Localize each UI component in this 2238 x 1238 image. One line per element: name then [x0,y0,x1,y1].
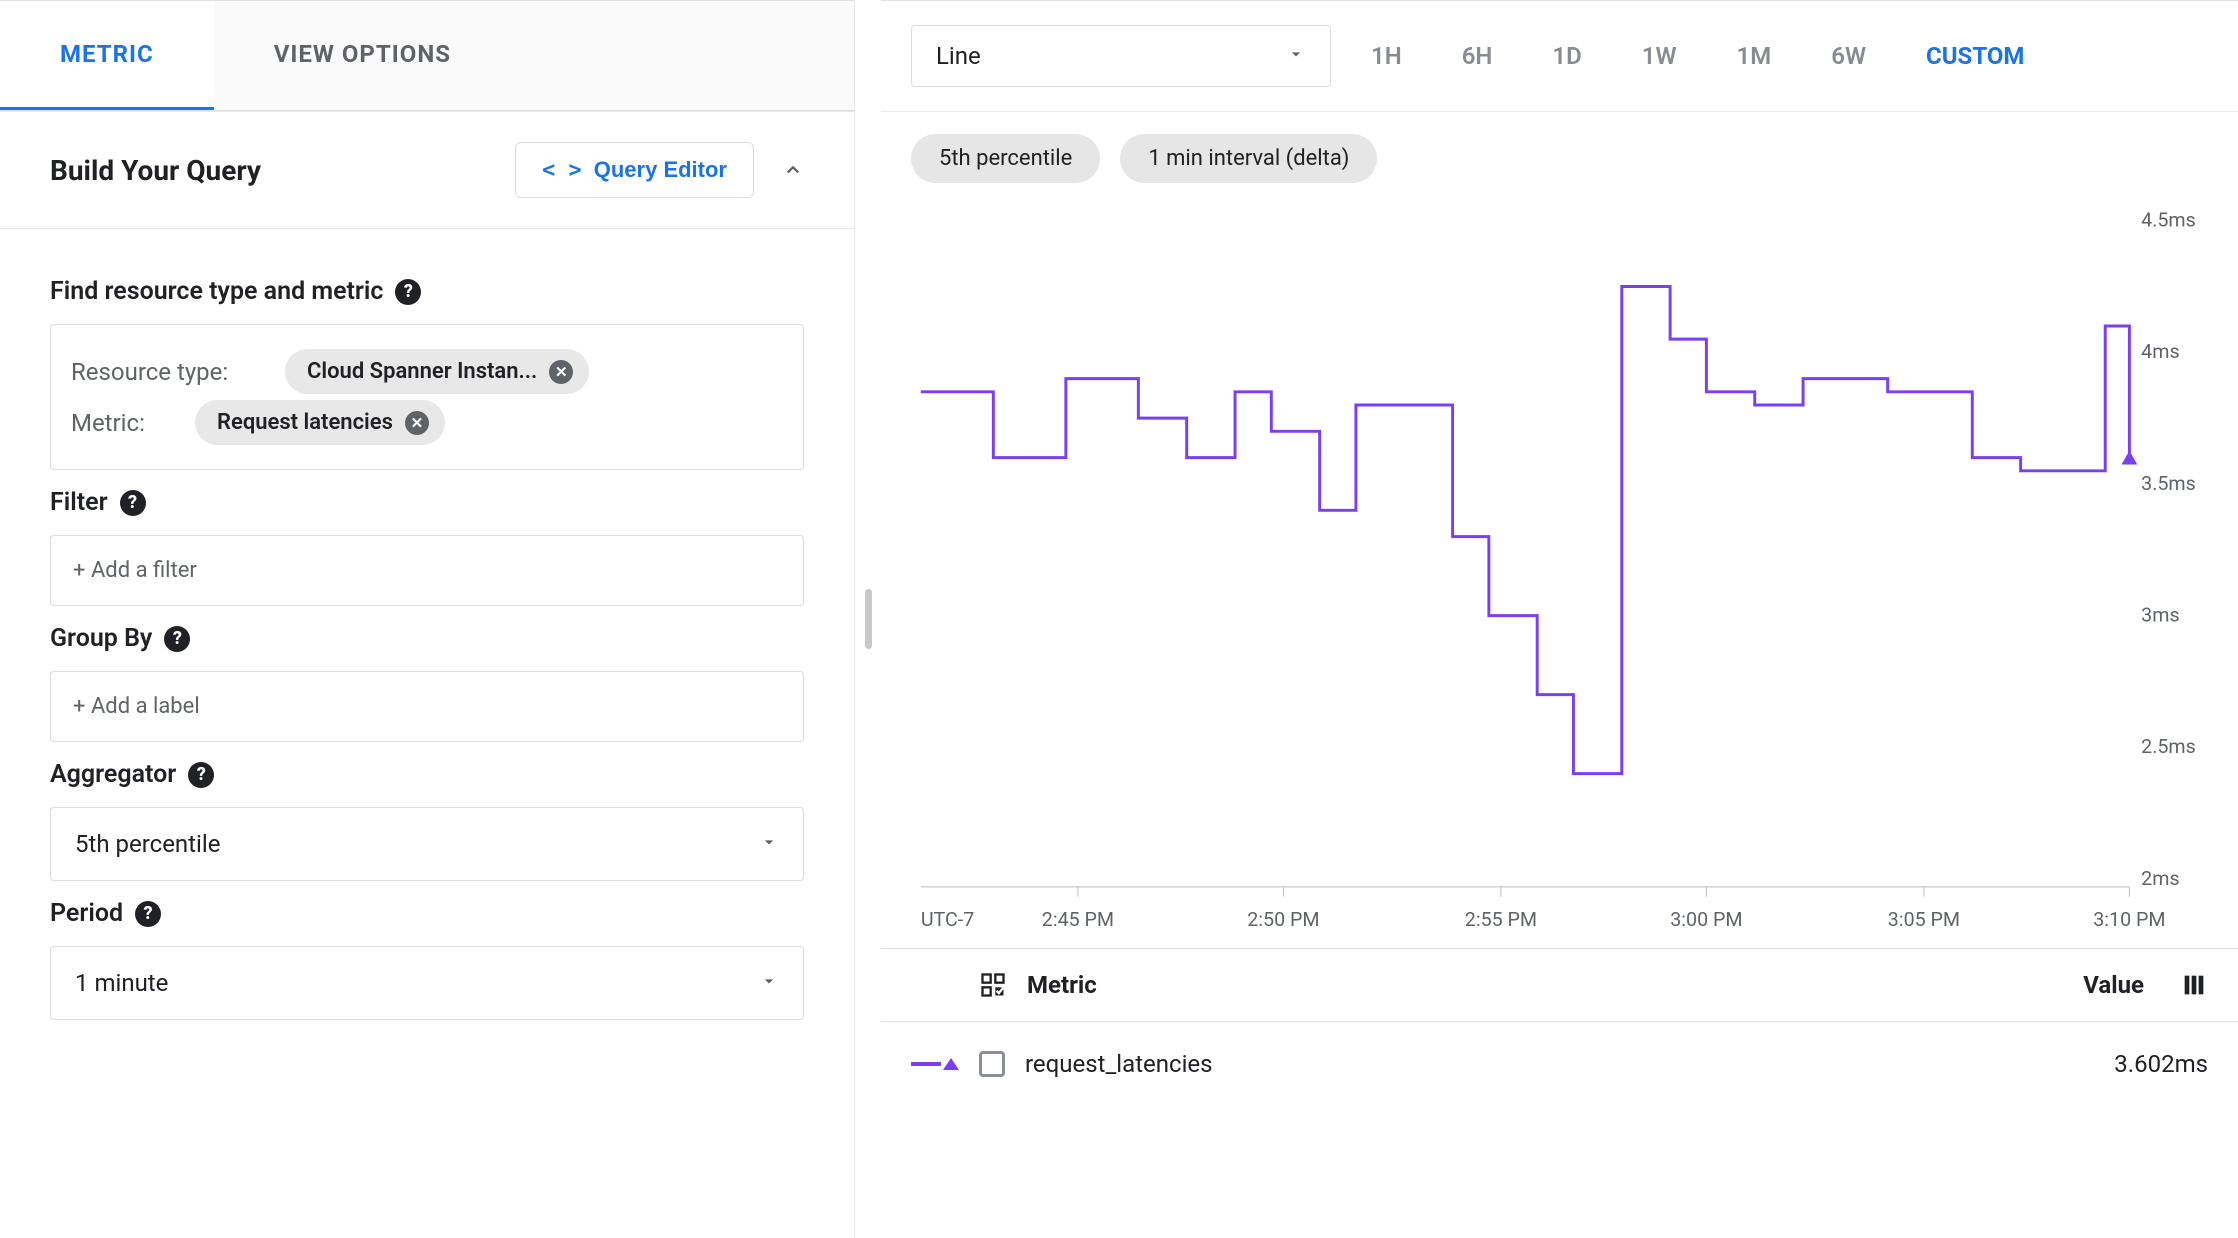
aggregator-value: 5th percentile [75,830,220,858]
query-editor-label: Query Editor [594,157,727,183]
chart-summary-pills: 5th percentile 1 min interval (delta) [881,112,2238,183]
help-icon[interactable]: ? [188,762,214,788]
y-tick-label: 2.5ms [2141,735,2196,758]
tab-metric[interactable]: METRIC [0,1,214,110]
groupby-input[interactable]: + Add a label [50,671,804,742]
period-label: Period ? [50,899,804,928]
time-range-6w[interactable]: 6W [1831,42,1866,70]
y-tick-label: 4.5ms [2141,209,2196,232]
columns-icon[interactable] [2180,971,2208,999]
chevron-down-icon [1286,42,1306,70]
help-icon[interactable]: ? [395,279,421,305]
time-range-1d[interactable]: 1D [1552,42,1581,70]
right-panel: Line 1H 6H 1D 1W 1M 6W CUSTOM 5th percentile 1 … [881,0,2238,1238]
x-tick-label: 3:05 PM [1888,908,1960,931]
build-query-title: Build Your Query [50,154,261,187]
legend-header-metric: Metric [1027,971,1097,999]
y-tick-label: 2ms [2141,867,2179,890]
help-icon[interactable]: ? [135,901,161,927]
build-query-body: Find resource type and metric ? Resource… [0,229,854,1030]
series-swatch-icon [911,1054,959,1074]
metric-label: Metric: [71,409,181,437]
y-tick-label: 3ms [2141,604,2179,627]
metric-chip[interactable]: Request latencies ✕ [195,400,445,445]
code-icon: < > [542,158,582,183]
tab-view-options[interactable]: VIEW OPTIONS [214,1,511,110]
splitter-handle-icon [865,589,872,649]
legend-header-value: Value [2083,971,2144,999]
filter-input[interactable]: + Add a filter [50,535,804,606]
period-value: 1 minute [75,969,168,997]
panel-splitter[interactable] [855,0,881,1238]
time-range-1w[interactable]: 1W [1642,42,1677,70]
chevron-down-icon [759,830,779,858]
tab-metric-label: METRIC [60,40,154,68]
resource-type-label: Resource type: [71,358,271,386]
query-editor-button[interactable]: < > Query Editor [515,142,754,198]
aggregator-select[interactable]: 5th percentile [50,807,804,881]
x-tick-label: 2:45 PM [1042,908,1114,931]
resource-type-row: Resource type: Cloud Spanner Instan... ✕ [71,349,783,394]
legend-rows: request_latencies 3.602ms [881,1022,2238,1106]
build-query-panel: Build Your Query < > Query Editor Find r… [0,111,854,1030]
resource-metric-box: Resource type: Cloud Spanner Instan... ✕… [50,324,804,470]
filter-placeholder: + Add a filter [73,558,197,583]
chevron-up-icon [782,159,804,181]
tab-view-options-label: VIEW OPTIONS [274,40,451,68]
remove-chip-icon[interactable]: ✕ [405,411,429,435]
time-range-6h[interactable]: 6H [1462,42,1493,70]
time-range-custom[interactable]: CUSTOM [1926,42,2024,70]
help-icon[interactable]: ? [120,490,146,516]
metric-value: Request latencies [217,410,393,435]
collapse-panel-button[interactable] [782,159,804,181]
time-range-1m[interactable]: 1M [1737,42,1772,70]
time-range-picker: 1H 6H 1D 1W 1M 6W CUSTOM [1371,42,2024,70]
line-chart[interactable]: 2ms 2.5ms 3ms 3.5ms 4ms 4.5ms UTC-7 2:45 PM 2:50… [911,201,2208,948]
period-select[interactable]: 1 minute [50,946,804,1020]
chart-type-value: Line [936,42,981,70]
summary-pill: 1 min interval (delta) [1120,134,1377,183]
chart-toolbar: Line 1H 6H 1D 1W 1M 6W CUSTOM [881,1,2238,112]
left-tabs: METRIC VIEW OPTIONS [0,1,854,111]
chart-area: 2ms 2.5ms 3ms 3.5ms 4ms 4.5ms UTC-7 2:45 PM 2:50… [881,183,2238,948]
filter-label: Filter ? [50,488,804,517]
x-tick-label: 3:00 PM [1670,908,1742,931]
resource-type-value: Cloud Spanner Instan... [307,359,537,384]
help-icon[interactable]: ? [164,626,190,652]
y-tick-label: 4ms [2141,340,2179,363]
chart-series-line [921,286,2130,773]
time-range-1h[interactable]: 1H [1371,42,1402,70]
remove-chip-icon[interactable]: ✕ [549,360,573,384]
build-query-header-right: < > Query Editor [515,142,804,198]
legend-series-value: 3.602ms [2114,1050,2208,1078]
x-tick-label: 3:10 PM [2093,908,2165,931]
x-tick-label: 2:55 PM [1465,908,1537,931]
resource-type-chip[interactable]: Cloud Spanner Instan... ✕ [285,349,589,394]
groupby-placeholder: + Add a label [73,694,200,719]
legend-series-name: request_latencies [1025,1050,1213,1078]
legend-checkbox[interactable] [979,1051,1005,1077]
legend-row[interactable]: request_latencies 3.602ms [881,1022,2238,1106]
filter-legend-icon[interactable] [979,971,1007,999]
legend-header: Metric Value [881,948,2238,1022]
x-tick-label: 2:50 PM [1247,908,1319,931]
y-tick-label: 3.5ms [2141,472,2196,495]
metric-row: Metric: Request latencies ✕ [71,400,783,445]
find-metric-label: Find resource type and metric ? [50,277,804,306]
chart-type-select[interactable]: Line [911,25,1331,87]
app-root: METRIC VIEW OPTIONS Build Your Query < >… [0,0,2238,1238]
build-query-header: Build Your Query < > Query Editor [0,112,854,229]
series-end-marker-icon [2122,451,2138,465]
chevron-down-icon [759,969,779,997]
timezone-label: UTC-7 [921,908,974,931]
summary-pill: 5th percentile [911,134,1100,183]
left-panel: METRIC VIEW OPTIONS Build Your Query < >… [0,0,855,1238]
aggregator-label: Aggregator ? [50,760,804,789]
groupby-label: Group By ? [50,624,804,653]
